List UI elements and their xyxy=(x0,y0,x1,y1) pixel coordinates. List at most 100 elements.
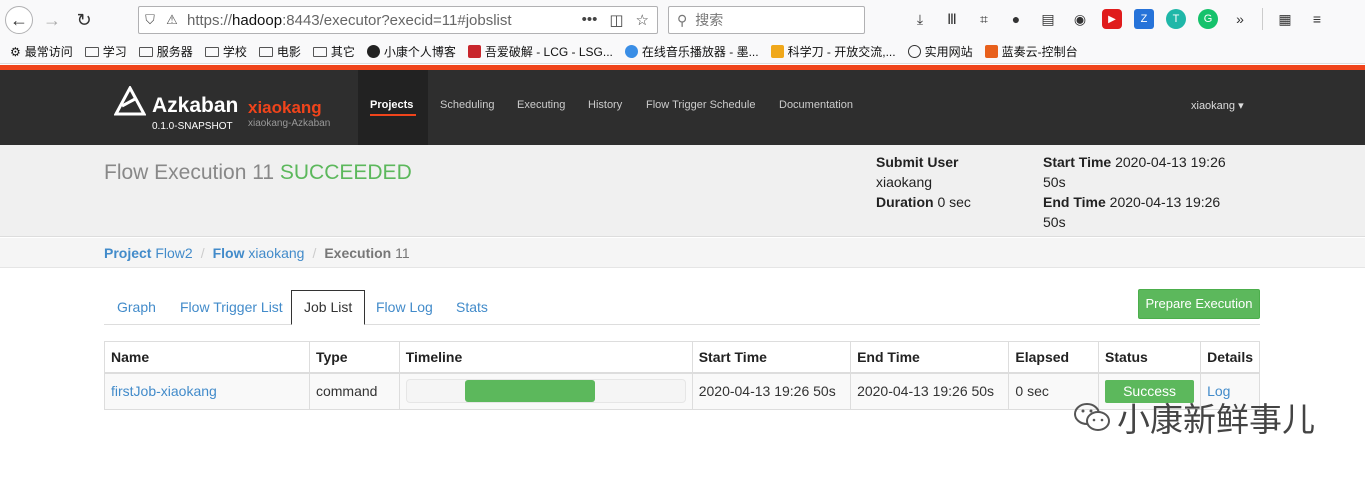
url-text: https://hadoop:8443/executor?execid=11#j… xyxy=(187,11,512,29)
overflow-icon[interactable]: » xyxy=(1230,9,1250,29)
download-icon[interactable]: ⤓ xyxy=(910,9,930,29)
version-label: 0.1.0-SNAPSHOT xyxy=(152,121,233,132)
account-icon[interactable]: ◉ xyxy=(1070,9,1090,29)
bookmark-item[interactable]: 蓝奏云-控制台 xyxy=(984,43,1078,60)
tab-flow-log[interactable]: Flow Log xyxy=(376,299,433,315)
bookmark-item[interactable]: 在线音乐播放器 - 墨... xyxy=(624,43,759,60)
arrow-left-icon: ← xyxy=(10,9,28,30)
bookmarks-bar: ⚙ 最常访问 学习 服务器 学校 电影 其它 小康个人博客 吾爱破解 - LCG … xyxy=(0,40,1365,64)
job-timeline xyxy=(398,372,693,410)
tab-stats[interactable]: Stats xyxy=(456,299,488,315)
site-icon xyxy=(984,45,998,58)
time-block: Start Time 2020-04-13 19:26 50s End Time… xyxy=(1043,154,1226,230)
bookmark-item[interactable]: 科学刀 - 开放交流,... xyxy=(770,43,896,60)
globe-icon xyxy=(907,45,921,58)
timeline-track xyxy=(405,379,686,404)
breadcrumb-flow[interactable]: Flow xiaokang xyxy=(213,245,305,261)
bookmark-folder[interactable]: 学校 xyxy=(204,43,247,60)
library-icon[interactable]: Ⅲ xyxy=(942,9,962,29)
user-menu[interactable]: xiaokang ▾ xyxy=(1191,99,1244,112)
nav-scheduling[interactable]: Scheduling xyxy=(440,99,494,111)
warning-lock-icon: ⚠ xyxy=(166,12,178,27)
star-icon[interactable]: ☆ xyxy=(636,11,649,29)
table-header-row: Name Type Timeline Start Time End Time E… xyxy=(104,341,1260,374)
back-button[interactable]: ← xyxy=(5,6,33,34)
column-header[interactable]: Start Time xyxy=(691,341,852,374)
crop-icon[interactable]: ⌗ xyxy=(974,9,994,29)
watermark: 小康新鲜事儿 xyxy=(1073,393,1315,441)
brand-subtitle: xiaokang xyxy=(248,98,322,117)
reader-icon[interactable]: ▤ xyxy=(1038,9,1058,29)
pocket-icon[interactable]: ◫ xyxy=(609,11,623,29)
execution-status: SUCCEEDED xyxy=(279,161,412,184)
gear-icon: ⚙ xyxy=(10,44,21,59)
prepare-execution-button[interactable]: Prepare Execution xyxy=(1138,289,1260,319)
extensions-icon[interactable]: ▦ xyxy=(1275,9,1295,29)
column-header[interactable]: Type xyxy=(308,341,400,374)
bookmark-item[interactable]: ⚙ 最常访问 xyxy=(10,43,73,60)
bookmark-folder[interactable]: 其它 xyxy=(312,43,355,60)
folder-icon xyxy=(84,46,99,57)
column-header: Details xyxy=(1200,341,1260,374)
tab-flow-trigger-list[interactable]: Flow Trigger List xyxy=(180,299,283,315)
job-type: command xyxy=(308,372,400,410)
breadcrumb: Project Flow2 / Flow xiaokang / Executio… xyxy=(0,238,1365,268)
bookmark-item[interactable]: 小康个人博客 xyxy=(366,43,456,60)
video-icon[interactable]: ▶ xyxy=(1102,9,1122,29)
job-end-time: 2020-04-13 19:26 50s xyxy=(850,372,1010,410)
more-icon[interactable]: ••• xyxy=(582,11,598,29)
bookmark-item[interactable]: 吾爱破解 - LCG - LSG... xyxy=(467,43,613,60)
globe-icon xyxy=(624,45,638,58)
column-header[interactable]: Name xyxy=(104,341,310,374)
breadcrumb-project[interactable]: Project Flow2 xyxy=(104,245,193,261)
folder-icon xyxy=(138,46,153,57)
tab-graph[interactable]: Graph xyxy=(117,299,156,315)
zoom-icon[interactable]: Z xyxy=(1134,9,1154,29)
bookmark-folder[interactable]: 服务器 xyxy=(138,43,193,60)
app-header: Azkaban xiaokang 0.1.0-SNAPSHOT xiaokang… xyxy=(0,70,1365,145)
job-start-time: 2020-04-13 19:26 50s xyxy=(691,372,852,410)
grammarly-icon[interactable]: G xyxy=(1198,9,1218,29)
chat-icon[interactable]: ● xyxy=(1006,9,1026,29)
nav-history[interactable]: History xyxy=(588,99,622,111)
site-icon xyxy=(770,45,784,58)
brand-name[interactable]: Azkaban xyxy=(152,94,238,118)
search-input[interactable]: ⚲ 搜索 xyxy=(668,6,865,34)
page-title: Flow Execution 11 SUCCEEDED xyxy=(104,161,412,184)
search-icon: ⚲ xyxy=(677,11,688,28)
nav-active-indicator xyxy=(370,114,416,116)
blog-icon xyxy=(366,45,380,58)
menu-icon[interactable]: ≡ xyxy=(1307,9,1327,29)
tab-job-list[interactable]: Job List xyxy=(291,290,366,325)
tab-bar: Graph Flow Trigger List Job List Flow Lo… xyxy=(104,290,1260,325)
bookmark-item[interactable]: 实用网站 xyxy=(907,43,973,60)
address-bar[interactable]: ⛉ ⚠ https://hadoop:8443/executor?execid=… xyxy=(138,6,658,34)
folder-icon xyxy=(258,46,273,57)
column-header[interactable]: Elapsed xyxy=(1008,341,1100,374)
shield-icon: ⛉ xyxy=(145,12,155,27)
azkaban-logo-icon[interactable] xyxy=(114,86,146,118)
column-header[interactable]: Status xyxy=(1098,341,1202,374)
folder-icon xyxy=(204,46,219,57)
timeline-bar[interactable] xyxy=(464,380,595,403)
execution-summary: Flow Execution 11 SUCCEEDED Submit User … xyxy=(0,145,1365,237)
column-header[interactable]: End Time xyxy=(850,341,1010,374)
nav-documentation[interactable]: Documentation xyxy=(779,99,853,111)
translate-icon[interactable]: T xyxy=(1166,9,1186,29)
wechat-icon xyxy=(1074,403,1110,431)
forward-button[interactable]: → xyxy=(38,6,66,34)
breadcrumb-execution: Execution 11 xyxy=(324,244,410,261)
arrow-right-icon: → xyxy=(43,9,61,30)
nav-projects[interactable]: Projects xyxy=(370,99,413,111)
bookmark-folder[interactable]: 学习 xyxy=(84,43,127,60)
browser-toolbar: ← → ↻ ⛉ ⚠ https://hadoop:8443/executor?e… xyxy=(0,0,1365,40)
job-name-link[interactable]: firstJob-xiaokang xyxy=(111,383,217,399)
reload-button[interactable]: ↻ xyxy=(70,6,98,34)
nav-executing[interactable]: Executing xyxy=(517,99,565,111)
reload-icon: ↻ xyxy=(76,9,92,30)
column-header: Timeline xyxy=(398,341,693,374)
folder-icon xyxy=(312,46,327,57)
site-icon xyxy=(467,45,481,58)
nav-flow-trigger-schedule[interactable]: Flow Trigger Schedule xyxy=(646,99,755,111)
bookmark-folder[interactable]: 电影 xyxy=(258,43,301,60)
